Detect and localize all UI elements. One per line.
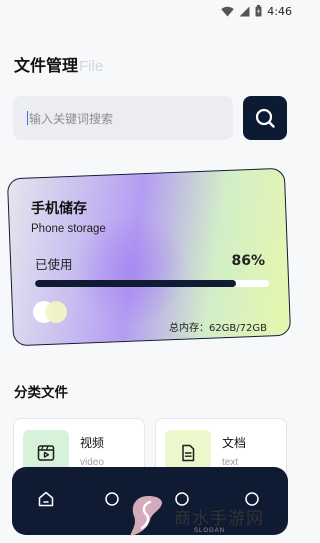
text-caret (27, 111, 28, 125)
watermark: 商水手游网 SLOGAN (128, 492, 298, 540)
nav-item-2[interactable] (102, 489, 122, 509)
storage-progress-bar (35, 280, 269, 287)
used-percent: 86% (231, 253, 265, 269)
nav-home[interactable] (36, 489, 56, 509)
search-button[interactable] (243, 96, 287, 140)
storage-progress-fill (35, 280, 237, 287)
status-bar: 4:46 (0, 0, 300, 22)
document-icon (182, 444, 195, 462)
phone-storage-card[interactable]: 手机储存 Phone storage 已使用 86% 总内存：62GB/72GB (6, 167, 292, 347)
signal-icon (239, 6, 250, 16)
home-icon (38, 491, 54, 507)
decorative-dot (45, 301, 67, 323)
nav-icon-2 (105, 492, 119, 506)
search-placeholder: 输入关键词搜索 (29, 111, 114, 126)
storage-subtitle: Phone storage (31, 223, 106, 235)
used-label: 已使用 (35, 257, 73, 272)
watermark-logo-icon (130, 496, 162, 536)
search-icon (255, 108, 275, 128)
video-icon (37, 445, 55, 461)
total-storage-text: 总内存：62GB/72GB (168, 323, 267, 334)
wifi-icon (221, 6, 234, 16)
storage-card-content: 手机储存 Phone storage 已使用 86% 总内存：62GB/72GB (11, 174, 287, 340)
page-title: 文件管理 File (14, 52, 103, 76)
category-name: 视频 (80, 436, 105, 450)
category-name: 文档 (222, 436, 247, 450)
watermark-text: 商水手游网 (174, 508, 264, 529)
page-title-text: 文件管理 (14, 56, 79, 75)
status-time: 4:46 (267, 4, 292, 18)
page-title-en: File (79, 58, 104, 75)
search-input[interactable]: 输入关键词搜索 (13, 96, 233, 140)
category-section-title: 分类文件 (14, 385, 68, 401)
watermark-slogan: SLOGAN (194, 528, 226, 534)
storage-title: 手机储存 (31, 201, 87, 217)
battery-icon (255, 5, 262, 17)
